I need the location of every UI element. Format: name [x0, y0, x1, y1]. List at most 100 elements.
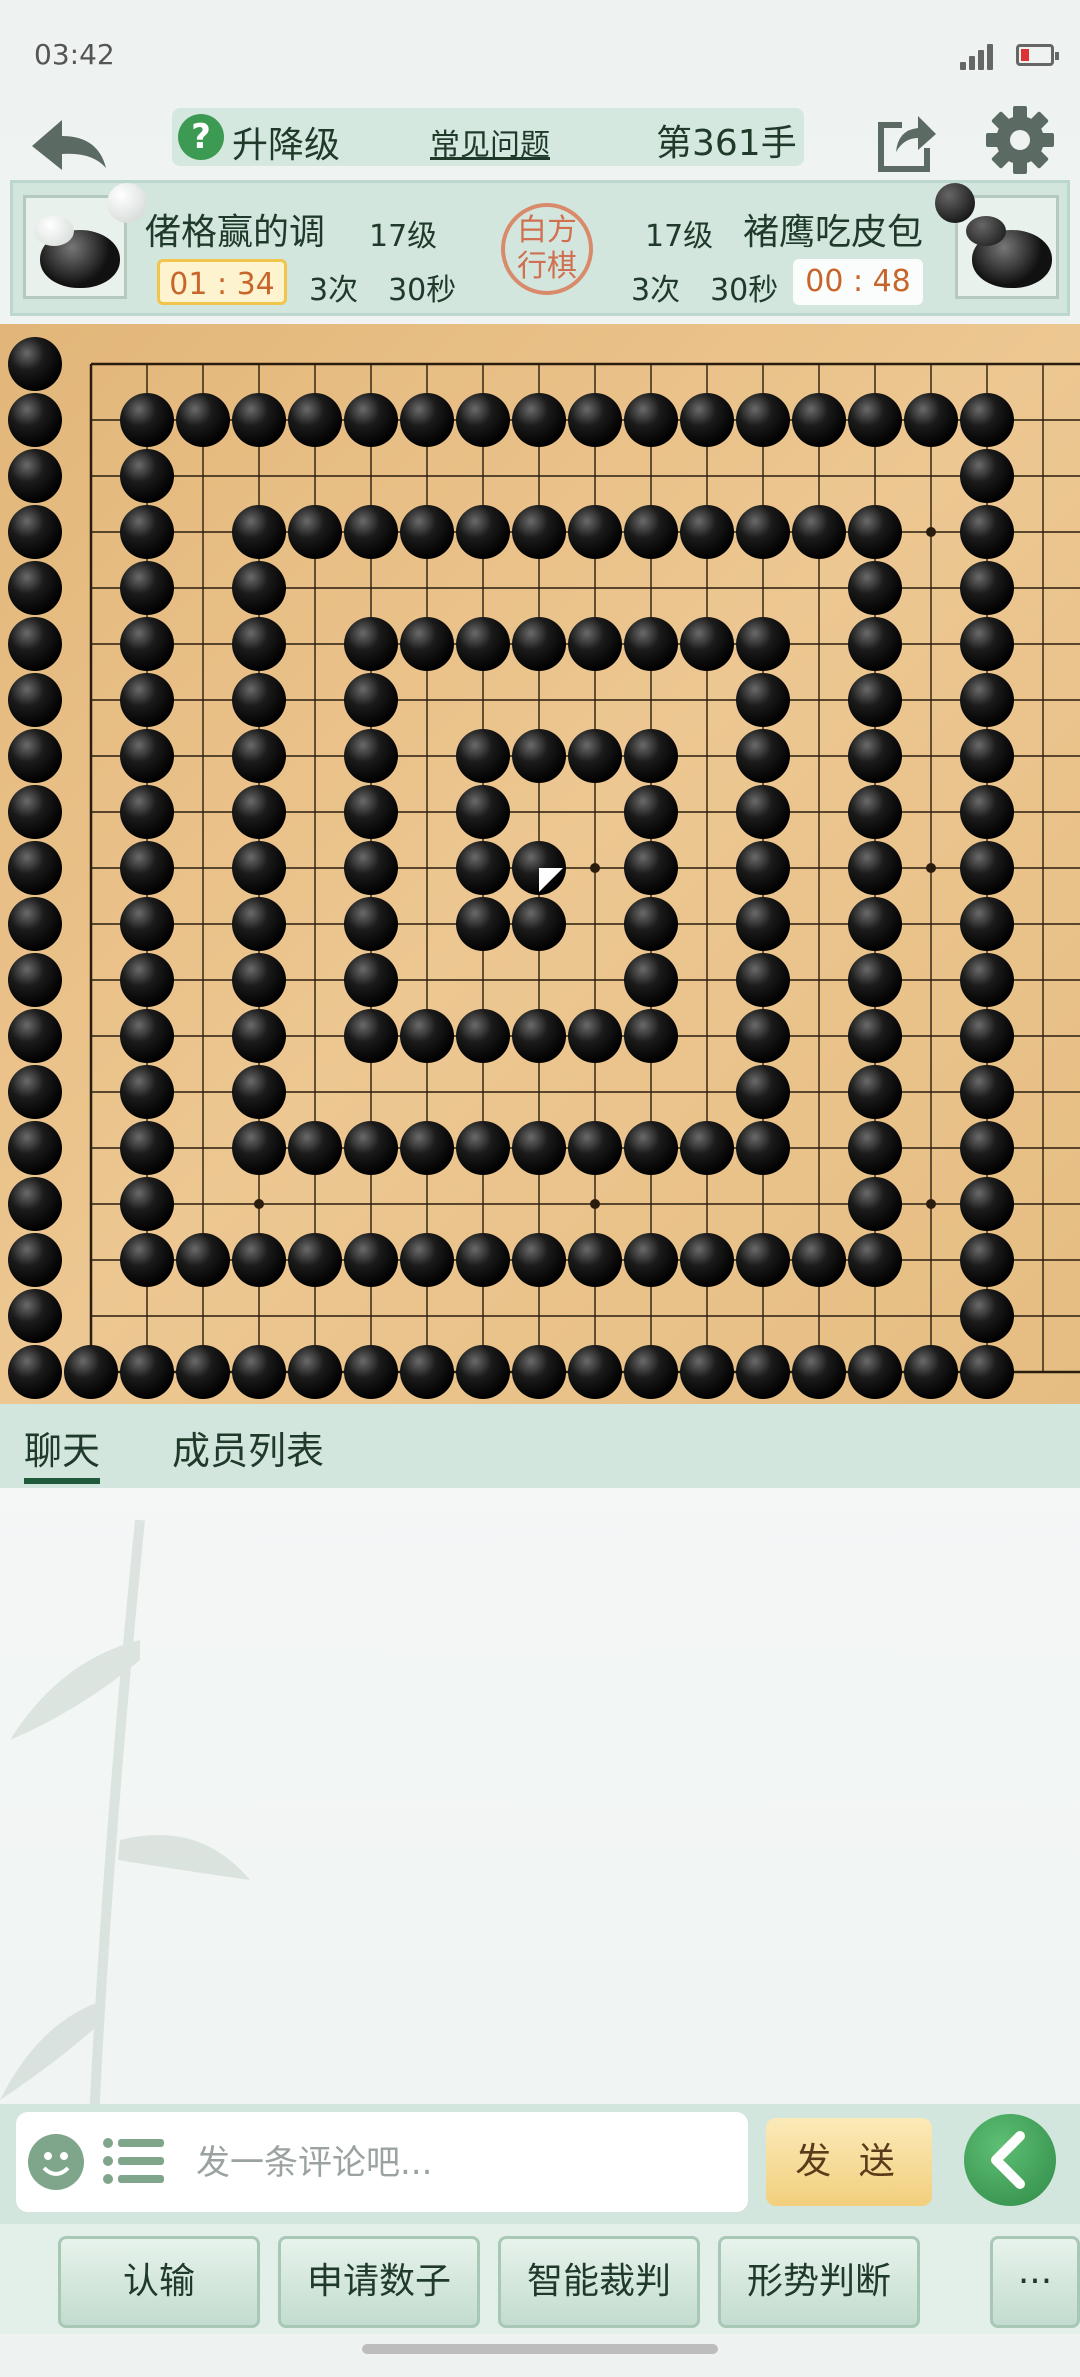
black-stone — [512, 729, 566, 783]
help-icon[interactable]: ? — [178, 114, 224, 160]
black-stone — [232, 393, 286, 447]
black-stone — [960, 1009, 1014, 1063]
black-stone — [512, 1009, 566, 1063]
black-stone — [456, 617, 510, 671]
request-count-button[interactable]: 申请数子 — [278, 2236, 480, 2328]
black-stone — [120, 505, 174, 559]
black-stone — [960, 1289, 1014, 1343]
black-stone — [960, 1177, 1014, 1231]
action-bar: 认输 申请数子 智能裁判 形势判断 ··· — [0, 2224, 1080, 2334]
black-stone — [232, 1233, 286, 1287]
quick-phrase-icon[interactable] — [102, 2136, 164, 2186]
emoji-icon[interactable] — [28, 2134, 84, 2190]
black-stone — [120, 785, 174, 839]
star-point — [590, 1199, 600, 1209]
black-stone — [960, 673, 1014, 727]
black-stone — [848, 897, 902, 951]
black-stone — [960, 729, 1014, 783]
status-time: 03:42 — [34, 38, 115, 71]
chevron-left-icon — [991, 2131, 1025, 2189]
comment-box — [16, 2112, 748, 2212]
black-stone — [120, 1065, 174, 1119]
share-button[interactable] — [872, 108, 938, 174]
comment-input[interactable] — [194, 2134, 738, 2192]
home-indicator — [362, 2344, 718, 2354]
settings-button[interactable] — [984, 104, 1056, 176]
tab-members[interactable]: 成员列表 — [172, 1420, 324, 1475]
black-stone — [512, 1121, 566, 1175]
black-stone — [120, 1233, 174, 1287]
black-player-rank: 17级 — [645, 219, 714, 254]
white-clock: 01 : 34 — [157, 259, 287, 305]
black-stone — [680, 1233, 734, 1287]
black-stone — [8, 673, 62, 727]
white-player-name: 偖格赢的调 — [145, 212, 326, 253]
black-stone — [960, 505, 1014, 559]
black-stone — [512, 897, 566, 951]
black-stone — [848, 785, 902, 839]
black-stone — [120, 1009, 174, 1063]
black-stone — [624, 1121, 678, 1175]
ai-judge-button[interactable]: 智能裁判 — [498, 2236, 700, 2328]
more-button[interactable]: ··· — [990, 2236, 1080, 2328]
black-stone — [344, 841, 398, 895]
black-stone — [456, 393, 510, 447]
send-button[interactable]: 发 送 — [766, 2118, 932, 2206]
resign-button[interactable]: 认输 — [58, 2236, 260, 2328]
black-stone — [960, 393, 1014, 447]
black-stone — [288, 1233, 342, 1287]
black-stone — [400, 1009, 454, 1063]
black-stone — [624, 1345, 678, 1399]
black-player-name: 褚鹰吃皮包 — [743, 212, 924, 253]
back-button[interactable] — [26, 110, 116, 180]
black-stone — [232, 785, 286, 839]
black-stone — [512, 617, 566, 671]
info-bar: ? 升降级 常见问题 第361手 — [172, 108, 804, 166]
collapse-button[interactable] — [964, 2114, 1056, 2206]
black-stone — [848, 1177, 902, 1231]
black-stone — [456, 1121, 510, 1175]
black-stone — [120, 1121, 174, 1175]
black-stone — [8, 337, 62, 391]
rank-mode-label[interactable]: 升降级 — [232, 116, 340, 168]
black-stone — [736, 785, 790, 839]
black-stone — [176, 1233, 230, 1287]
black-stone — [400, 505, 454, 559]
black-stone — [8, 953, 62, 1007]
position-evaluation-button[interactable]: 形势判断 — [718, 2236, 920, 2328]
tab-chat[interactable]: 聊天 — [24, 1420, 100, 1475]
black-stone — [960, 953, 1014, 1007]
black-stone — [456, 841, 510, 895]
go-board[interactable] — [0, 324, 1080, 1404]
black-stone — [624, 505, 678, 559]
black-stone — [232, 1009, 286, 1063]
black-stone — [8, 1121, 62, 1175]
faq-link[interactable]: 常见问题 — [430, 120, 550, 164]
black-stone — [232, 673, 286, 727]
black-stone — [680, 393, 734, 447]
black-stone — [8, 393, 62, 447]
black-stone — [120, 617, 174, 671]
turn-seal: 白方 行棋 — [501, 203, 593, 295]
white-byoyomi: 3次 30秒 — [309, 273, 457, 308]
black-stone — [848, 1345, 902, 1399]
black-stone — [344, 673, 398, 727]
black-stone — [736, 1233, 790, 1287]
black-stone — [848, 1009, 902, 1063]
black-stone — [624, 729, 678, 783]
black-stone — [736, 1121, 790, 1175]
black-stone — [568, 1121, 622, 1175]
black-stone — [288, 393, 342, 447]
black-stone — [400, 1345, 454, 1399]
black-stone — [456, 1345, 510, 1399]
battery-icon — [1016, 44, 1059, 66]
back-arrow-icon — [32, 120, 106, 170]
black-stone — [848, 505, 902, 559]
black-stone — [8, 1009, 62, 1063]
black-stone — [736, 953, 790, 1007]
black-stone — [848, 729, 902, 783]
black-stone — [848, 841, 902, 895]
black-stone — [960, 785, 1014, 839]
black-stone — [288, 1345, 342, 1399]
black-stone — [344, 729, 398, 783]
